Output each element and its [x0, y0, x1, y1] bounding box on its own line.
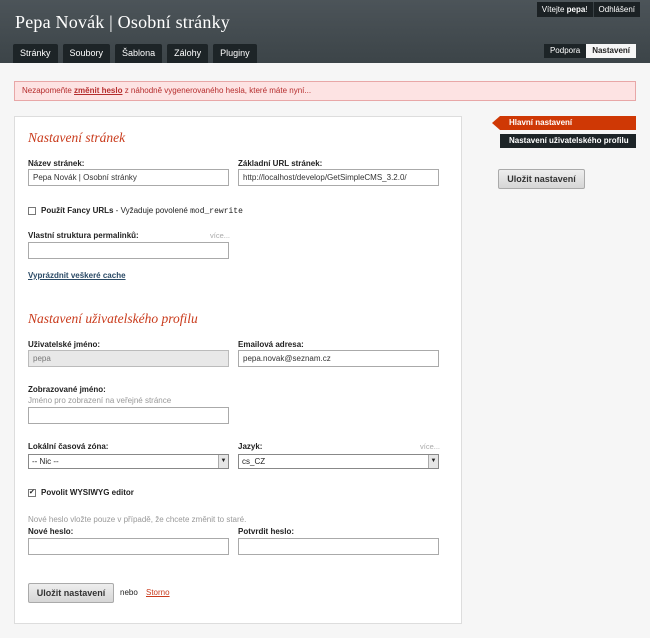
user-links: Vítejte pepa! Odhlášení — [536, 2, 640, 17]
base-url-label: Základní URL stránek: — [238, 159, 323, 168]
secondary-nav: Podpora Nastavení — [543, 44, 636, 58]
timezone-select[interactable]: -- Nic -- ▼ — [28, 454, 229, 469]
fancy-urls-note: - Vyžaduje povolené — [113, 206, 191, 215]
site-title[interactable]: Pepa Novák | Osobní stránky — [15, 12, 230, 33]
display-name-hint: Jméno pro zobrazení na veřejné stránce — [28, 396, 172, 405]
password-notice: Nezapomeňte změnit heslo z náhodně vygen… — [14, 81, 636, 101]
language-label: Jazyk: — [238, 442, 263, 451]
welcome-user: pepa — [566, 5, 586, 14]
fancy-urls-checkbox[interactable] — [28, 207, 36, 215]
timezone-label: Lokální časová zóna: — [28, 442, 109, 451]
notice-prefix: Nezapomeňte — [22, 86, 75, 95]
username-label: Uživatelské jméno: — [28, 340, 101, 349]
display-name-label: Zobrazované jméno: — [28, 385, 106, 394]
fancy-urls-label: Použít Fancy URLs - Vyžaduje povolené mo… — [41, 206, 243, 216]
base-url-input[interactable]: http://localhost/develop/GetSimpleCMS_3.… — [238, 169, 439, 186]
confirm-password-input[interactable] — [238, 538, 439, 555]
email-input[interactable]: pepa.novak@seznam.cz — [238, 350, 439, 367]
timezone-value: -- Nic -- — [32, 457, 59, 466]
tab-settings[interactable]: Nastavení — [586, 44, 636, 58]
tab-support[interactable]: Podpora — [543, 44, 587, 58]
welcome-link[interactable]: Vítejte pepa! — [536, 2, 593, 17]
cancel-link[interactable]: Storno — [146, 588, 170, 597]
new-password-input[interactable] — [28, 538, 229, 555]
permalink-more-link[interactable]: více... — [210, 231, 230, 240]
tab-files[interactable]: Soubory — [62, 44, 111, 63]
chevron-down-icon: ▼ — [428, 455, 438, 468]
site-name-label: Název stránek: — [28, 159, 85, 168]
or-text: nebo — [120, 588, 138, 597]
password-hint: Nové heslo vložte pouze v případě, že ch… — [28, 515, 247, 524]
language-select[interactable]: cs_CZ ▼ — [238, 454, 439, 469]
profile-settings-title: Nastavení uživatelského profilu — [28, 311, 198, 326]
logout-link[interactable]: Odhlášení — [592, 2, 640, 17]
sidebar-item-profile-settings[interactable]: Nastavení uživatelského profilu — [500, 134, 636, 148]
settings-panel: Nastavení stránek Název stránek: Pepa No… — [14, 116, 462, 624]
permalink-label: Vlastní struktura permalinků: — [28, 231, 139, 240]
welcome-prefix: Vítejte — [541, 5, 567, 14]
change-password-link[interactable]: změnit heslo — [74, 86, 122, 95]
welcome-suffix: ! — [585, 5, 588, 14]
tab-pages[interactable]: Stránky — [13, 44, 58, 63]
tab-backups[interactable]: Zálohy — [167, 44, 209, 63]
sidebar-save-button[interactable]: Uložit nastavení — [498, 169, 585, 189]
wysiwyg-label: Povolit WYSIWYG editor — [41, 488, 134, 497]
notice-suffix: z náhodně vygenerovaného hesla, které má… — [122, 86, 312, 95]
new-password-label: Nové heslo: — [28, 527, 74, 536]
main-nav: Stránky Soubory Šablona Zálohy Pluginy — [13, 44, 257, 63]
username-input: pepa — [28, 350, 229, 367]
email-label: Emailová adresa: — [238, 340, 304, 349]
chevron-down-icon: ▼ — [218, 455, 228, 468]
display-name-input[interactable] — [28, 407, 229, 424]
fancy-urls-title: Použít Fancy URLs — [41, 206, 114, 215]
language-value: cs_CZ — [242, 457, 266, 466]
tab-theme[interactable]: Šablona — [115, 44, 163, 63]
permalink-input[interactable] — [28, 242, 229, 259]
wysiwyg-checkbox[interactable] — [28, 488, 36, 497]
fancy-urls-code: mod_rewrite — [190, 207, 243, 216]
save-button[interactable]: Uložit nastavení — [28, 583, 114, 603]
header: Pepa Novák | Osobní stránky Vítejte pepa… — [0, 0, 650, 63]
sidebar-item-main-settings[interactable]: Hlavní nastavení — [492, 116, 636, 130]
site-name-input[interactable]: Pepa Novák | Osobní stránky — [28, 169, 229, 186]
clear-cache-link[interactable]: Vyprázdnit veškeré cache — [28, 271, 126, 280]
confirm-password-label: Potvrdit heslo: — [238, 527, 295, 536]
tab-plugins[interactable]: Pluginy — [213, 44, 257, 63]
wysiwyg-title: Povolit WYSIWYG editor — [41, 488, 134, 497]
site-settings-title: Nastavení stránek — [28, 130, 126, 145]
language-more-link[interactable]: více... — [420, 442, 440, 451]
